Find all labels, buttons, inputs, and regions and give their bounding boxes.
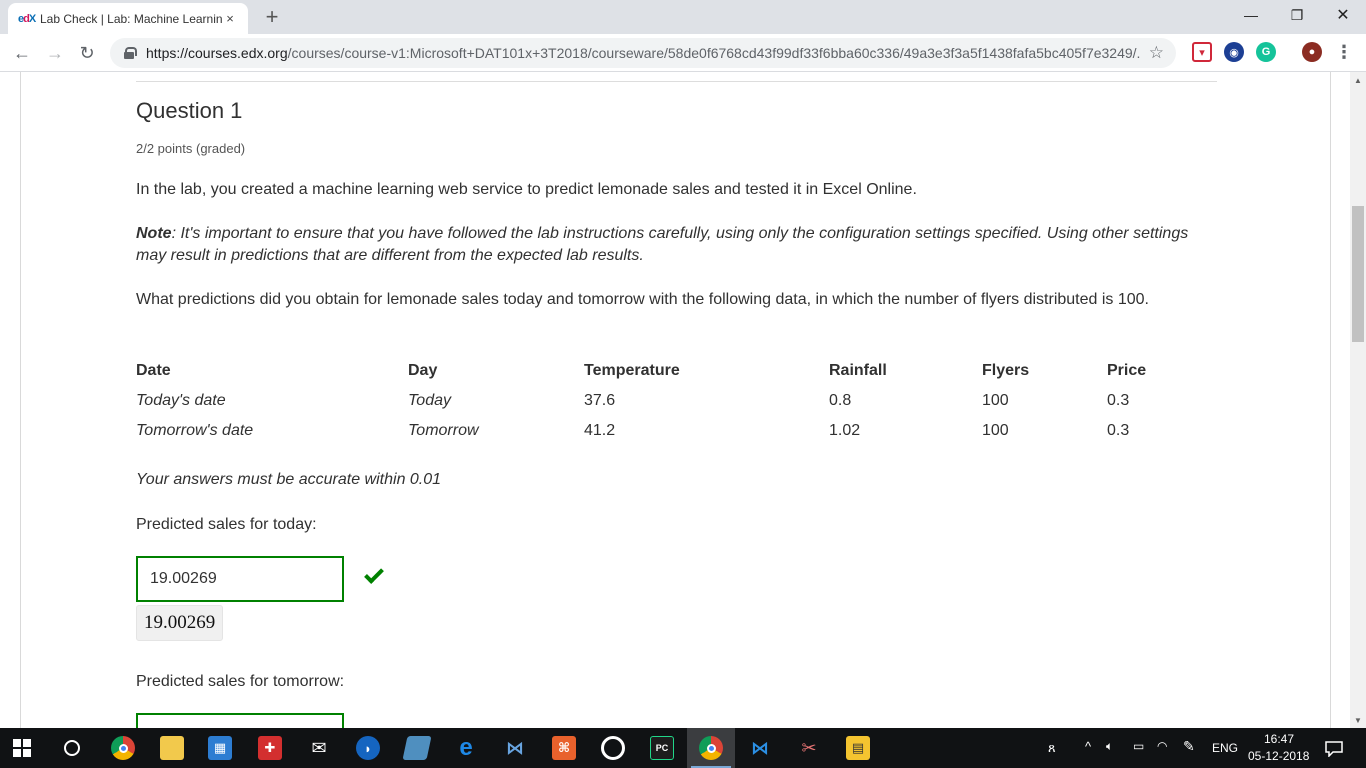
pocket-extension-icon[interactable]: ▾ bbox=[1192, 42, 1212, 62]
tomorrow-sales-input[interactable] bbox=[136, 713, 344, 728]
courseware-panel: Question 1 2/2 points (graded) In the la… bbox=[20, 72, 1331, 728]
note-text: : It's important to ensure that you have… bbox=[136, 225, 1189, 264]
table-cell: Tomorrow's date bbox=[136, 422, 254, 439]
battery-icon[interactable]: ▭ bbox=[1133, 739, 1144, 753]
url-host: https://courses.edx.org bbox=[146, 45, 288, 61]
table-header-rainfall: Rainfall bbox=[829, 362, 887, 379]
question-points: 2/2 points (graded) bbox=[136, 141, 246, 156]
show-hidden-icons-icon[interactable]: ^ bbox=[1085, 739, 1091, 754]
gift-icon[interactable]: ✚ bbox=[258, 736, 282, 760]
bird-app-icon[interactable]: ◗ bbox=[356, 736, 380, 760]
file-explorer-icon[interactable] bbox=[160, 736, 184, 760]
cortana-search-icon[interactable] bbox=[60, 736, 84, 760]
mail-icon[interactable]: ✉ bbox=[307, 736, 331, 760]
browser-tab[interactable]: edX Lab Check | Lab: Machine Learnin × bbox=[8, 3, 248, 34]
clock-date[interactable]: 05-12-2018 bbox=[1248, 749, 1309, 763]
pycharm-icon[interactable]: PC bbox=[650, 736, 674, 760]
table-header-flyers: Flyers bbox=[982, 362, 1030, 379]
question-prompt: What predictions did you obtain for lemo… bbox=[136, 291, 1149, 308]
accuracy-note: Your answers must be accurate within 0.0… bbox=[136, 471, 442, 488]
page-scrollbar[interactable]: ▲ ▼ bbox=[1350, 72, 1366, 728]
language-indicator[interactable]: ENG bbox=[1212, 741, 1238, 755]
edx-favicon-icon: edX bbox=[18, 12, 36, 25]
table-cell: 0.3 bbox=[1107, 422, 1130, 439]
action-center-icon[interactable] bbox=[1322, 737, 1346, 761]
address-bar[interactable]: https://courses.edx.org/courses/course-v… bbox=[110, 38, 1176, 68]
grammarly-extension-icon[interactable]: G bbox=[1256, 42, 1276, 62]
chrome-menu-icon[interactable]: ⋮ bbox=[1334, 42, 1354, 62]
table-cell: 0.8 bbox=[829, 392, 852, 409]
chrome-active-icon[interactable] bbox=[699, 736, 723, 760]
bookmark-star-icon[interactable]: ☆ bbox=[1149, 43, 1164, 63]
question-intro: In the lab, you created a machine learni… bbox=[136, 181, 917, 198]
clock-time[interactable]: 16:47 bbox=[1264, 732, 1294, 746]
today-label: Predicted sales for today: bbox=[136, 516, 317, 533]
table-header-temperature: Temperature bbox=[584, 362, 680, 379]
browser-toolbar: ← → ↻ https://courses.edx.org/courses/co… bbox=[0, 34, 1366, 72]
forward-button[interactable]: → bbox=[43, 41, 67, 65]
note-label: Note bbox=[136, 225, 172, 242]
restore-button[interactable]: ❐ bbox=[1274, 0, 1320, 30]
scroll-down-icon[interactable]: ▼ bbox=[1350, 712, 1366, 728]
table-cell: Tomorrow bbox=[408, 422, 479, 439]
database-app-icon[interactable]: ▤ bbox=[846, 736, 870, 760]
url-text: https://courses.edx.org/courses/course-v… bbox=[146, 45, 1141, 61]
windows-taskbar: ▦ ✚ ✉ ◗ e ⋈ ⌘ PC ⋈ ✂ ▤ ጸ ^ 🔈︎ ▭ ◠ ✎ ENG … bbox=[0, 728, 1366, 768]
profile-avatar-icon[interactable]: ● bbox=[1302, 42, 1322, 62]
table-header-price: Price bbox=[1107, 362, 1147, 379]
table-cell: 100 bbox=[982, 392, 1009, 409]
tomorrow-label: Predicted sales for tomorrow: bbox=[136, 673, 345, 690]
paint-app-icon[interactable] bbox=[402, 736, 432, 760]
scroll-thumb[interactable] bbox=[1352, 206, 1364, 342]
minimize-button[interactable]: — bbox=[1228, 0, 1274, 30]
table-header-date: Date bbox=[136, 362, 171, 379]
today-answer-preview: 19.00269 bbox=[136, 605, 224, 641]
new-tab-button[interactable]: + bbox=[260, 4, 284, 30]
snipping-tool-icon[interactable]: ✂ bbox=[797, 736, 821, 760]
table-cell: Today bbox=[408, 392, 451, 409]
browser-tab-strip: edX Lab Check | Lab: Machine Learnin × +… bbox=[0, 0, 1366, 34]
page-viewport: Question 1 2/2 points (graded) In the la… bbox=[0, 72, 1350, 728]
divider bbox=[136, 81, 1217, 82]
tab-title: Lab Check | Lab: Machine Learnin bbox=[40, 11, 222, 26]
pen-ink-icon[interactable]: ✎ bbox=[1183, 738, 1195, 755]
close-tab-icon[interactable]: × bbox=[222, 11, 238, 26]
correct-check-icon bbox=[364, 564, 384, 584]
url-path: /courses/course-v1:Microsoft+DAT101x+3T2… bbox=[287, 45, 1141, 61]
wifi-icon[interactable]: ◠ bbox=[1157, 739, 1167, 753]
reload-button[interactable]: ↻ bbox=[75, 41, 99, 65]
table-cell: 100 bbox=[982, 422, 1009, 439]
table-cell: 1.02 bbox=[829, 422, 861, 439]
volume-icon[interactable]: 🔈︎ bbox=[1106, 739, 1113, 754]
vscode-icon[interactable]: ⋈ bbox=[748, 736, 772, 760]
shazam-extension-icon[interactable]: ◉ bbox=[1224, 42, 1244, 62]
table-cell: 0.3 bbox=[1107, 392, 1130, 409]
people-icon[interactable]: ጸ bbox=[1048, 740, 1056, 756]
table-cell: Today's date bbox=[136, 392, 226, 409]
chrome-icon[interactable] bbox=[111, 736, 135, 760]
store-icon[interactable]: ▦ bbox=[208, 736, 232, 760]
close-window-button[interactable]: ✕ bbox=[1320, 0, 1366, 30]
table-cell: 37.6 bbox=[584, 392, 616, 409]
windows-start-icon[interactable] bbox=[12, 738, 32, 758]
question-title: Question 1 bbox=[136, 98, 243, 123]
xampp-icon[interactable]: ⌘ bbox=[552, 736, 576, 760]
question-note: Note: It's important to ensure that you … bbox=[136, 223, 1196, 267]
obs-icon[interactable] bbox=[601, 736, 625, 760]
visual-studio-icon[interactable]: ⋈ bbox=[503, 736, 527, 760]
table-header-day: Day bbox=[408, 362, 438, 379]
lock-icon bbox=[122, 46, 137, 60]
table-cell: 41.2 bbox=[584, 422, 616, 439]
today-sales-input[interactable]: 19.00269 bbox=[136, 556, 344, 602]
back-button[interactable]: ← bbox=[10, 41, 34, 65]
scroll-up-icon[interactable]: ▲ bbox=[1350, 72, 1366, 88]
edge-icon[interactable]: e bbox=[454, 734, 478, 761]
